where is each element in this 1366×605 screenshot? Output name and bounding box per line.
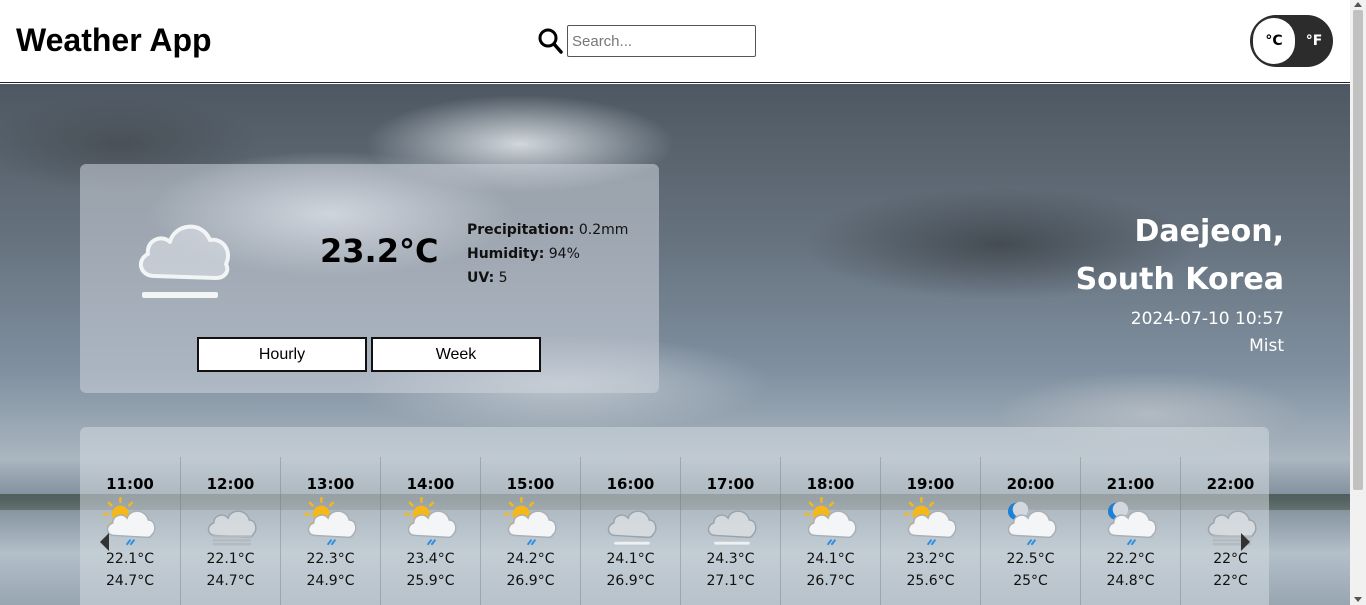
hourly-temp-primary: 23.4°C <box>406 551 455 567</box>
mist-cloud-icon <box>1207 510 1257 546</box>
hourly-item: 11:00 22.1°C 24.7°C <box>80 457 180 605</box>
hourly-temp-primary: 22.5°C <box>1006 551 1055 567</box>
location-country: South Korea <box>1075 262 1284 297</box>
hourly-temp-secondary: 26.9°C <box>506 573 555 589</box>
hourly-temp-secondary: 25.6°C <box>906 573 955 589</box>
hourly-time: 18:00 <box>806 475 855 493</box>
hourly-time: 20:00 <box>1006 475 1055 493</box>
scroll-right-arrow-icon[interactable] <box>1241 533 1250 551</box>
humidity-row: Humidity: 94% <box>467 242 628 266</box>
search-input[interactable] <box>567 25 756 57</box>
location-info: Daejeon, South Korea 2024-07-10 10:57 Mi… <box>1076 208 1284 360</box>
hourly-temp-primary: 24.2°C <box>506 551 555 567</box>
weather-condition: Mist <box>1249 336 1284 356</box>
hourly-forecast-panel: 22:00 22°C 22°C 21:00 22.2°C 24.8°C 20:00 22.5°… <box>80 427 1269 605</box>
sun-cloud-rain-icon <box>903 497 957 546</box>
search-icon[interactable] <box>537 26 563 56</box>
sun-cloud-rain-icon <box>803 497 857 546</box>
hourly-item: 14:00 23.4°C 25.9°C <box>380 457 480 605</box>
hourly-temp-secondary: 24.7°C <box>206 573 255 589</box>
search-bar <box>537 25 756 57</box>
hourly-temp-secondary: 24.8°C <box>1106 573 1155 589</box>
mist-cloud-icon <box>207 510 257 546</box>
location-datetime: 2024-07-10 10:57 <box>1130 309 1284 329</box>
hourly-time: 22:00 <box>1206 475 1255 493</box>
hourly-time: 15:00 <box>506 475 555 493</box>
hourly-temp-primary: 22.3°C <box>306 551 355 567</box>
scrollbar-thumb[interactable] <box>1353 10 1363 490</box>
weather-details: Precipitation: 0.2mm Humidity: 94% UV: 5 <box>467 218 628 290</box>
hourly-temp-primary: 22°C <box>1213 551 1248 567</box>
hourly-time: 14:00 <box>406 475 455 493</box>
hourly-temp-secondary: 25.9°C <box>406 573 455 589</box>
hourly-item: 19:00 23.2°C 25.6°C <box>880 457 980 605</box>
scroll-up-arrow-icon[interactable] <box>1354 2 1362 7</box>
hourly-time: 11:00 <box>106 475 154 493</box>
hourly-temp-secondary: 24.9°C <box>306 573 355 589</box>
hourly-item: 21:00 22.2°C 24.8°C <box>1080 457 1180 605</box>
hourly-temp-primary: 24.3°C <box>706 551 755 567</box>
hourly-button[interactable]: Hourly <box>197 337 367 372</box>
hourly-temp-secondary: 24.7°C <box>106 573 154 589</box>
unit-fahrenheit-option[interactable]: °F <box>1297 18 1331 64</box>
uv-row: UV: 5 <box>467 266 628 290</box>
current-weather-card: 23.2°C Precipitation: 0.2mm Humidity: 94… <box>80 164 659 393</box>
hourly-time: 12:00 <box>206 475 255 493</box>
cloud-fog-icon <box>607 510 657 545</box>
cloud-fog-icon <box>707 510 757 545</box>
location-city: Daejeon, <box>1134 214 1285 249</box>
uv-label: UV: <box>467 270 495 286</box>
uv-value: 5 <box>498 270 508 286</box>
hourly-temp-secondary: 26.9°C <box>606 573 655 589</box>
sun-cloud-rain-icon <box>503 497 557 546</box>
app-header: Weather App °C °F <box>0 0 1350 83</box>
hourly-time: 16:00 <box>606 475 655 493</box>
hourly-item: 13:00 22.3°C 24.9°C <box>280 457 380 605</box>
hourly-temp-primary: 24.1°C <box>806 551 855 567</box>
hourly-temp-secondary: 25°C <box>1013 573 1048 589</box>
hourly-temp-primary: 22.2°C <box>1106 551 1155 567</box>
hourly-temp-primary: 24.1°C <box>606 551 655 567</box>
mist-cloud-icon <box>138 224 230 298</box>
hourly-temp-primary: 22.1°C <box>106 551 154 567</box>
hourly-time: 19:00 <box>906 475 955 493</box>
week-button[interactable]: Week <box>371 337 541 372</box>
unit-toggle[interactable]: °C °F <box>1250 15 1333 67</box>
humidity-value: 94% <box>548 246 580 262</box>
hourly-item: 22:00 22°C 22°C <box>1180 457 1269 605</box>
hourly-temp-secondary: 22°C <box>1213 573 1248 589</box>
moon-cloud-rain-icon <box>1107 501 1157 546</box>
unit-celsius-option[interactable]: °C <box>1253 18 1295 64</box>
app-title: Weather App <box>16 22 212 58</box>
scroll-down-arrow-icon[interactable] <box>1354 597 1362 602</box>
hourly-temp-secondary: 27.1°C <box>706 573 755 589</box>
sun-cloud-rain-icon <box>403 497 457 546</box>
page-scrollbar[interactable] <box>1350 0 1366 605</box>
hourly-item: 15:00 24.2°C 26.9°C <box>480 457 580 605</box>
sun-cloud-rain-icon <box>303 497 357 546</box>
hourly-time: 21:00 <box>1106 475 1155 493</box>
precipitation-label: Precipitation: <box>467 222 575 238</box>
humidity-label: Humidity: <box>467 246 545 262</box>
precipitation-row: Precipitation: 0.2mm <box>467 218 628 242</box>
current-temperature: 23.2°C <box>320 232 439 270</box>
hourly-item: 16:00 24.1°C 26.9°C <box>580 457 680 605</box>
hourly-time: 13:00 <box>306 475 355 493</box>
moon-cloud-rain-icon <box>1007 501 1057 546</box>
hourly-item: 20:00 22.5°C 25°C <box>980 457 1080 605</box>
sun-cloud-rain-icon <box>102 497 156 546</box>
hourly-temp-primary: 23.2°C <box>906 551 955 567</box>
hourly-temp-primary: 22.1°C <box>206 551 255 567</box>
hourly-temp-secondary: 26.7°C <box>806 573 855 589</box>
hourly-item: 12:00 22.1°C 24.7°C <box>180 457 280 605</box>
scroll-left-arrow-icon[interactable] <box>100 533 109 551</box>
hourly-item: 18:00 24.1°C 26.7°C <box>780 457 880 605</box>
hourly-item: 17:00 24.3°C 27.1°C <box>680 457 780 605</box>
precipitation-value: 0.2mm <box>578 222 629 238</box>
hourly-time: 17:00 <box>706 475 755 493</box>
